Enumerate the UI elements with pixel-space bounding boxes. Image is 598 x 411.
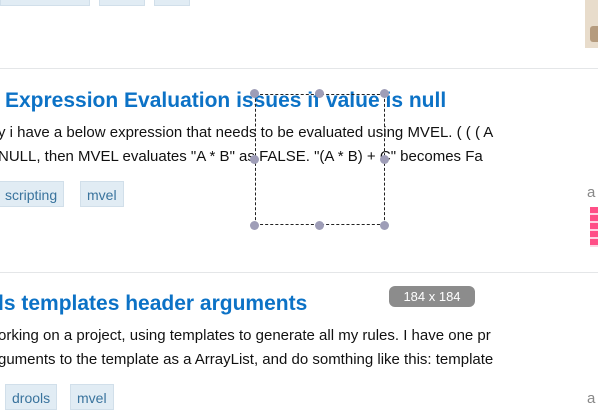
resize-handle-bottom[interactable] <box>315 221 324 230</box>
tag-mvel[interactable]: mvel <box>70 384 114 410</box>
question-excerpt: y i have a below expression that needs t… <box>0 124 494 141</box>
divider <box>0 68 598 69</box>
resize-handle-top-right[interactable] <box>380 89 389 98</box>
question-excerpt: NULL, then MVEL evaluates "A * B" as FAL… <box>0 148 483 165</box>
identicon[interactable] <box>590 207 598 247</box>
selection-rectangle[interactable] <box>255 94 385 225</box>
tag-mvel[interactable]: mvel <box>80 181 124 207</box>
tag-top-1[interactable] <box>0 0 90 6</box>
tag-top-3[interactable] <box>154 0 190 6</box>
tag-top-2[interactable] <box>99 0 145 6</box>
user-name[interactable]: a <box>587 390 595 407</box>
question-excerpt: orking on a project, using templates to … <box>0 327 491 344</box>
resize-handle-bottom-left[interactable] <box>250 221 259 230</box>
user-name[interactable]: a <box>587 184 595 201</box>
resize-handle-left[interactable] <box>250 155 259 164</box>
resize-handle-bottom-right[interactable] <box>380 221 389 230</box>
question-title[interactable]: ls templates header arguments <box>0 292 307 316</box>
tag-drools[interactable]: drools <box>5 384 58 410</box>
resize-handle-top-left[interactable] <box>250 89 259 98</box>
resize-handle-top[interactable] <box>315 89 324 98</box>
resize-handle-right[interactable] <box>380 155 389 164</box>
divider <box>0 272 598 273</box>
avatar-detail <box>590 26 598 42</box>
tag-scripting[interactable]: scripting <box>0 181 65 207</box>
selection-size-badge: 184 x 184 <box>389 286 475 307</box>
question-excerpt: guments to the template as a ArrayList, … <box>0 351 494 368</box>
